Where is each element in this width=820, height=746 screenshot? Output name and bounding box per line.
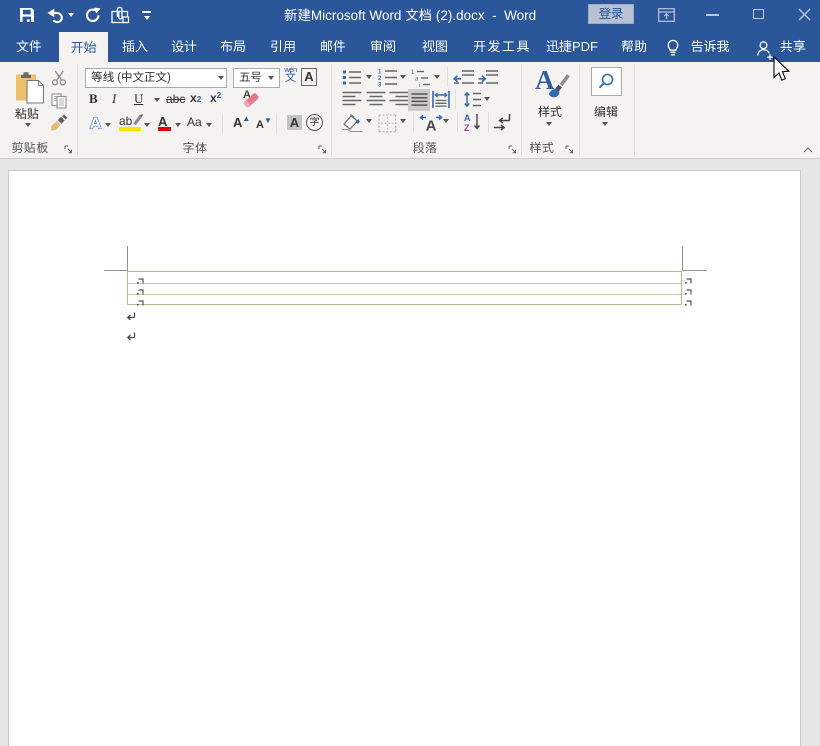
svg-text:3: 3 [378, 83, 382, 88]
svg-text:2: 2 [378, 76, 382, 82]
svg-text:1: 1 [378, 70, 382, 76]
svg-text:A: A [90, 116, 102, 133]
svg-text:A: A [426, 118, 437, 133]
svg-text:A: A [464, 113, 471, 123]
svg-text:1: 1 [411, 70, 415, 76]
svg-text:Z: Z [464, 123, 470, 132]
svg-text:i: i [419, 83, 420, 87]
svg-text:a: a [415, 77, 419, 83]
